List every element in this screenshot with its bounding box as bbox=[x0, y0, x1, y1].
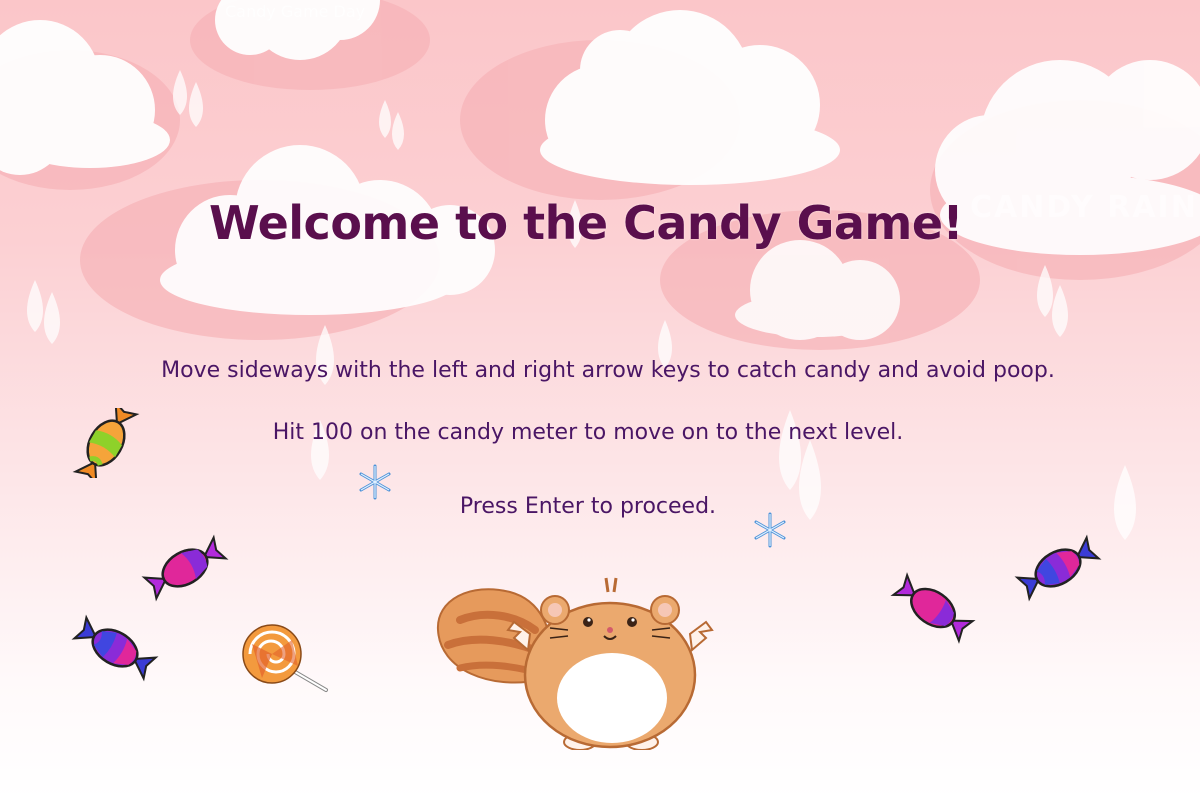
snowflake-icon bbox=[359, 464, 391, 500]
candy-icon bbox=[72, 408, 140, 478]
instruction-goal: Hit 100 on the candy meter to move on to… bbox=[272, 420, 904, 445]
candy-icon bbox=[141, 534, 229, 602]
instruction-move: Move sideways with the left and right ar… bbox=[161, 358, 1055, 383]
lollipop-icon bbox=[242, 624, 328, 692]
candy-icon bbox=[890, 572, 976, 644]
game-title: Welcome to the Candy Game! bbox=[208, 196, 964, 250]
snowflake-icon bbox=[754, 512, 786, 548]
candy-icon bbox=[1014, 534, 1102, 602]
hamster-icon bbox=[436, 577, 714, 750]
cloud-top-left bbox=[0, 20, 170, 175]
cloud-center bbox=[540, 10, 840, 185]
top-watermark: Candy Game Day bbox=[225, 2, 366, 21]
game-stage[interactable]: Candy Game Day CANDY RAIN Welcome to the… bbox=[0, 0, 1200, 800]
instruction-proceed: Press Enter to proceed. bbox=[459, 494, 717, 519]
candy-icon bbox=[71, 614, 159, 682]
